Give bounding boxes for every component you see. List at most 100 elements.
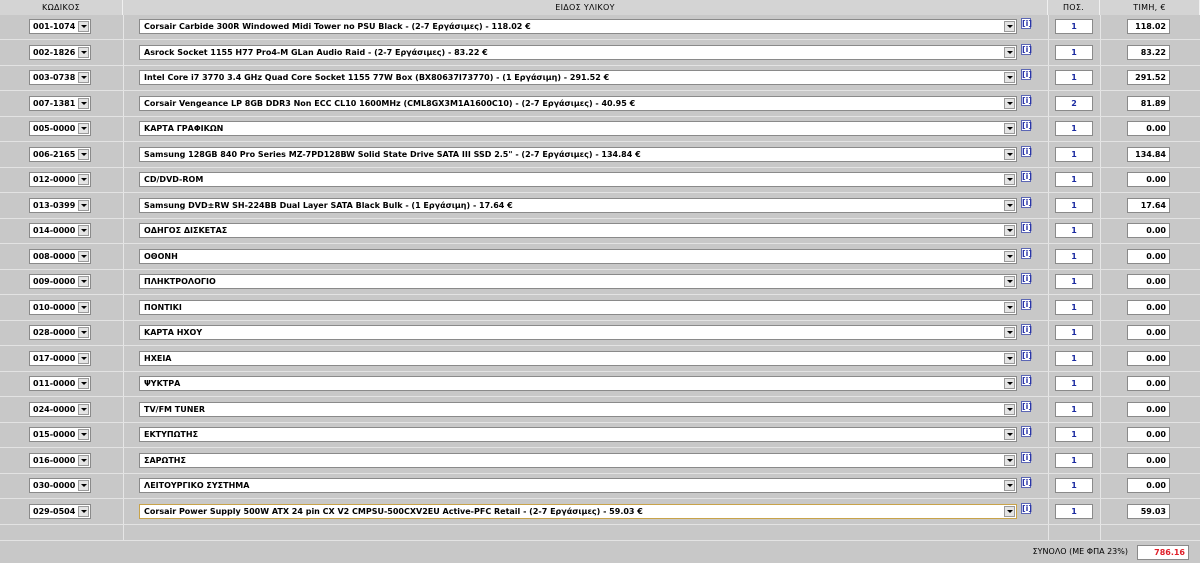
item-select[interactable]: ΕΚΤΥΠΩΤΗΣ bbox=[139, 427, 1017, 442]
code-select[interactable]: 024-0000 bbox=[29, 401, 91, 417]
code-select[interactable]: 007-1381 bbox=[29, 95, 91, 111]
quantity-input[interactable]: 1 bbox=[1055, 452, 1093, 468]
info-icon[interactable]: [i] bbox=[1021, 477, 1032, 488]
quantity-input[interactable]: 2 bbox=[1055, 95, 1093, 111]
chevron-down-icon[interactable] bbox=[78, 480, 89, 491]
chevron-down-icon[interactable] bbox=[78, 327, 89, 338]
quantity-input[interactable]: 1 bbox=[1055, 427, 1093, 442]
chevron-down-icon[interactable] bbox=[78, 301, 89, 313]
info-icon[interactable]: [i] bbox=[1021, 502, 1032, 514]
info-icon[interactable]: [i] bbox=[1021, 375, 1032, 386]
chevron-down-icon[interactable] bbox=[1004, 123, 1015, 134]
info-icon[interactable]: [i] bbox=[1021, 426, 1032, 437]
item-select[interactable]: ΣΑΡΩΤΗΣ bbox=[139, 452, 1017, 468]
info-icon[interactable]: [i] bbox=[1021, 18, 1032, 29]
chevron-down-icon[interactable] bbox=[78, 199, 89, 211]
chevron-down-icon[interactable] bbox=[1004, 327, 1015, 338]
quantity-input[interactable]: 1 bbox=[1055, 350, 1093, 366]
code-select[interactable]: 005-0000 bbox=[29, 121, 91, 136]
chevron-down-icon[interactable] bbox=[1004, 429, 1015, 440]
item-select[interactable]: Asrock Socket 1155 H77 Pro4-M GLan Audio… bbox=[139, 44, 1017, 60]
item-select[interactable]: ΗΧΕΙΑ bbox=[139, 350, 1017, 366]
chevron-down-icon[interactable] bbox=[78, 403, 89, 415]
code-select[interactable]: 013-0399 bbox=[29, 197, 91, 213]
info-icon[interactable]: [i] bbox=[1021, 451, 1032, 463]
info-icon[interactable]: [i] bbox=[1021, 400, 1032, 412]
chevron-down-icon[interactable] bbox=[1004, 276, 1015, 287]
chevron-down-icon[interactable] bbox=[78, 123, 89, 134]
chevron-down-icon[interactable] bbox=[1004, 250, 1015, 262]
item-select[interactable]: CD/DVD-ROM bbox=[139, 172, 1017, 187]
chevron-down-icon[interactable] bbox=[78, 148, 89, 160]
info-icon[interactable]: [i] bbox=[1021, 298, 1032, 310]
info-icon[interactable]: [i] bbox=[1021, 222, 1032, 233]
chevron-down-icon[interactable] bbox=[1004, 21, 1015, 32]
chevron-down-icon[interactable] bbox=[78, 429, 89, 440]
chevron-down-icon[interactable] bbox=[1004, 378, 1015, 389]
info-icon[interactable]: [i] bbox=[1021, 69, 1032, 80]
chevron-down-icon[interactable] bbox=[78, 21, 89, 32]
quantity-input[interactable]: 1 bbox=[1055, 121, 1093, 136]
info-icon[interactable]: [i] bbox=[1021, 247, 1032, 259]
chevron-down-icon[interactable] bbox=[78, 352, 89, 364]
info-icon[interactable]: [i] bbox=[1021, 94, 1032, 106]
chevron-down-icon[interactable] bbox=[1004, 148, 1015, 160]
item-select[interactable]: ΟΔΗΓΟΣ ΔΙΣΚΕΤΑΣ bbox=[139, 223, 1017, 238]
quantity-input[interactable]: 1 bbox=[1055, 401, 1093, 417]
code-select[interactable]: 008-0000 bbox=[29, 248, 91, 264]
quantity-input[interactable]: 1 bbox=[1055, 19, 1093, 34]
chevron-down-icon[interactable] bbox=[1004, 505, 1015, 517]
item-select[interactable]: ΚΑΡΤΑ ΓΡΑΦΙΚΩΝ bbox=[139, 121, 1017, 136]
code-select[interactable]: 014-0000 bbox=[29, 223, 91, 238]
chevron-down-icon[interactable] bbox=[78, 46, 89, 58]
quantity-input[interactable]: 1 bbox=[1055, 248, 1093, 264]
chevron-down-icon[interactable] bbox=[78, 378, 89, 389]
quantity-input[interactable]: 1 bbox=[1055, 274, 1093, 289]
info-icon[interactable]: [i] bbox=[1021, 43, 1032, 55]
item-select[interactable]: Corsair Power Supply 500W ATX 24 pin CX … bbox=[139, 503, 1017, 519]
code-select[interactable]: 030-0000 bbox=[29, 478, 91, 493]
quantity-input[interactable]: 1 bbox=[1055, 325, 1093, 340]
quantity-input[interactable]: 1 bbox=[1055, 172, 1093, 187]
quantity-input[interactable]: 1 bbox=[1055, 503, 1093, 519]
quantity-input[interactable]: 1 bbox=[1055, 376, 1093, 391]
chevron-down-icon[interactable] bbox=[1004, 480, 1015, 491]
quantity-input[interactable]: 1 bbox=[1055, 299, 1093, 315]
item-select[interactable]: ΚΑΡΤΑ ΗΧΟΥ bbox=[139, 325, 1017, 340]
chevron-down-icon[interactable] bbox=[78, 225, 89, 236]
chevron-down-icon[interactable] bbox=[78, 276, 89, 287]
code-select[interactable]: 001-1074 bbox=[29, 19, 91, 34]
item-select[interactable]: Corsair Vengeance LP 8GB DDR3 Non ECC CL… bbox=[139, 95, 1017, 111]
info-icon[interactable]: [i] bbox=[1021, 273, 1032, 284]
code-select[interactable]: 015-0000 bbox=[29, 427, 91, 442]
quantity-input[interactable]: 1 bbox=[1055, 44, 1093, 60]
code-select[interactable]: 002-1826 bbox=[29, 44, 91, 60]
code-select[interactable]: 017-0000 bbox=[29, 350, 91, 366]
item-select[interactable]: ΛΕΙΤΟΥΡΓΙΚΟ ΣΥΣΤΗΜΑ bbox=[139, 478, 1017, 493]
chevron-down-icon[interactable] bbox=[78, 250, 89, 262]
chevron-down-icon[interactable] bbox=[78, 174, 89, 185]
item-select[interactable]: ΠΟΝΤΙΚΙ bbox=[139, 299, 1017, 315]
code-select[interactable]: 028-0000 bbox=[29, 325, 91, 340]
chevron-down-icon[interactable] bbox=[1004, 403, 1015, 415]
chevron-down-icon[interactable] bbox=[78, 505, 89, 517]
chevron-down-icon[interactable] bbox=[78, 72, 89, 83]
item-select[interactable]: Corsair Carbide 300R Windowed Midi Tower… bbox=[139, 19, 1017, 34]
chevron-down-icon[interactable] bbox=[1004, 174, 1015, 185]
item-select[interactable]: Samsung DVD±RW SH-224BB Dual Layer SATA … bbox=[139, 197, 1017, 213]
code-select[interactable]: 010-0000 bbox=[29, 299, 91, 315]
item-select[interactable]: ΠΛΗΚΤΡΟΛΟΓΙΟ bbox=[139, 274, 1017, 289]
code-select[interactable]: 009-0000 bbox=[29, 274, 91, 289]
item-select[interactable]: ΟΘΟΝΗ bbox=[139, 248, 1017, 264]
info-icon[interactable]: [i] bbox=[1021, 349, 1032, 361]
info-icon[interactable]: [i] bbox=[1021, 196, 1032, 208]
item-select[interactable]: ΨΥΚΤΡΑ bbox=[139, 376, 1017, 391]
chevron-down-icon[interactable] bbox=[1004, 97, 1015, 109]
chevron-down-icon[interactable] bbox=[1004, 301, 1015, 313]
quantity-input[interactable]: 1 bbox=[1055, 223, 1093, 238]
info-icon[interactable]: [i] bbox=[1021, 120, 1032, 131]
chevron-down-icon[interactable] bbox=[1004, 352, 1015, 364]
item-select[interactable]: Intel Core i7 3770 3.4 GHz Quad Core Soc… bbox=[139, 70, 1017, 85]
info-icon[interactable]: [i] bbox=[1021, 171, 1032, 182]
chevron-down-icon[interactable] bbox=[1004, 225, 1015, 236]
